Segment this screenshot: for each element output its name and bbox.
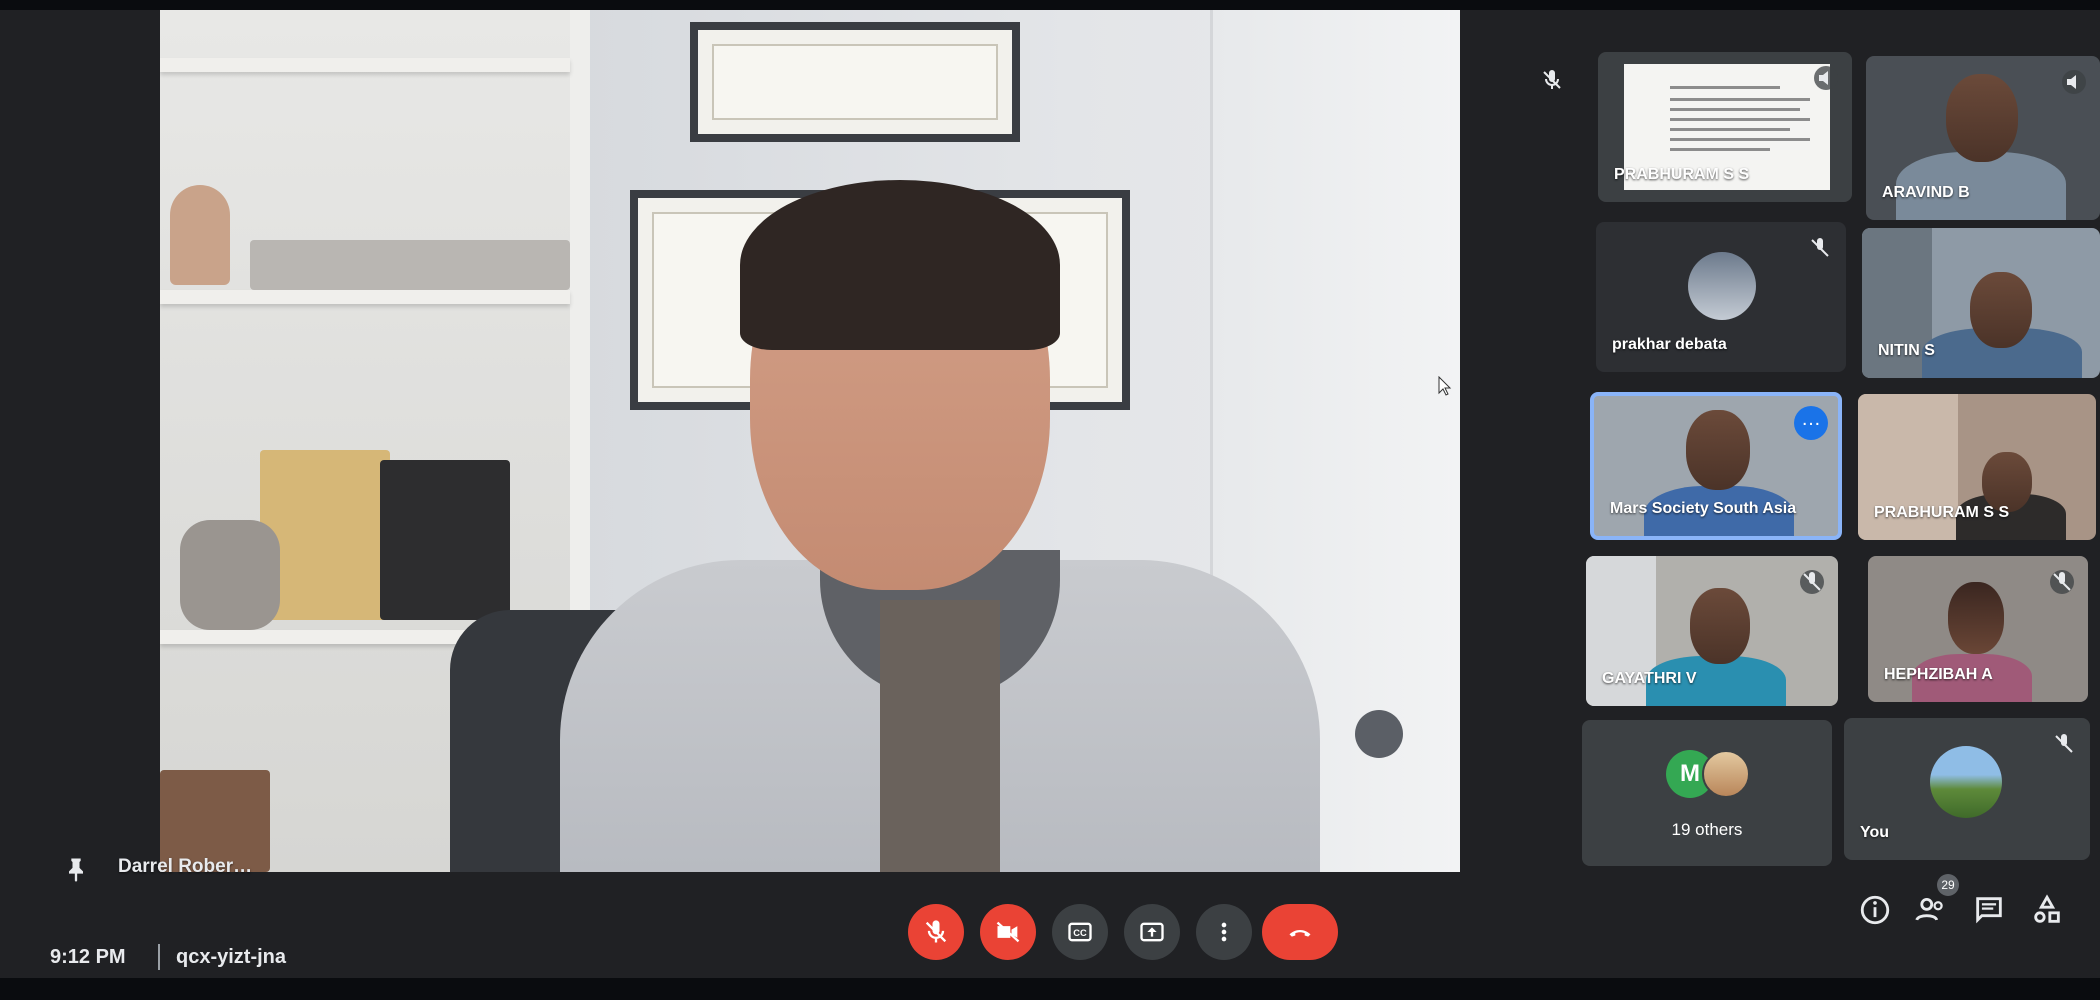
participant-name: GAYATHRI V: [1602, 670, 1697, 687]
meet-screen: Darrel Rober… PRABHURAM S S ARAVIND B pr…: [0, 0, 2100, 1000]
monitor-bezel-bottom: [0, 978, 2100, 1000]
participant-name: Mars Society South Asia: [1610, 500, 1797, 517]
more-options-button[interactable]: …: [1794, 406, 1828, 440]
doc-line: [1670, 138, 1810, 141]
people-icon[interactable]: [1914, 893, 1948, 927]
doc-line: [1670, 98, 1810, 101]
avatar: [1702, 750, 1750, 798]
presenter-hair: [740, 180, 1060, 350]
end-call-icon: [1289, 929, 1311, 937]
participant-name: prakhar debata: [1612, 336, 1727, 353]
end-call-button[interactable]: [1262, 904, 1338, 960]
captions-button[interactable]: CC: [1052, 904, 1108, 960]
self-avatar: [1930, 746, 2002, 818]
participant-tile[interactable]: GAYATHRI V: [1586, 556, 1838, 706]
presenter-name: Darrel Rober…: [118, 856, 253, 877]
mic-off-icon: [2052, 732, 2076, 756]
audio-icon: [2062, 70, 2086, 94]
participant-tile[interactable]: HEPHZIBAH A: [1868, 556, 2088, 702]
more-icon: [1221, 922, 1227, 942]
wall-plaque: [690, 22, 1020, 142]
participant-face: [1970, 272, 2032, 348]
mic-off-icon: [1543, 70, 1561, 89]
self-tile[interactable]: You: [1844, 718, 2090, 860]
participant-name: NITIN S: [1878, 342, 1935, 359]
more-options-button[interactable]: [1196, 904, 1252, 960]
doc-line: [1670, 86, 1780, 89]
info-icon[interactable]: [1858, 893, 1892, 927]
mic-toggle-button[interactable]: [908, 904, 964, 960]
doorknob: [1355, 710, 1403, 758]
shelf: [160, 58, 570, 72]
doc-line: [1670, 148, 1770, 151]
people-count-badge: 29: [1937, 874, 1959, 896]
meeting-time: 9:12 PM: [50, 946, 126, 968]
shelf-object: [250, 240, 570, 290]
present-icon: [1140, 922, 1164, 942]
participant-name: HEPHZIBAH A: [1884, 666, 1993, 683]
participant-name: ARAVIND B: [1882, 184, 1970, 201]
participant-face: [1946, 74, 2018, 162]
participant-tile[interactable]: ARAVIND B: [1866, 56, 2100, 220]
mouse-cursor-icon: [1438, 376, 1452, 396]
participant-face: [1690, 588, 1750, 664]
pin-icon[interactable]: [62, 855, 90, 883]
doc-line: [1670, 108, 1800, 111]
mic-off-icon: [2050, 570, 2074, 594]
participant-name: PRABHURAM S S: [1874, 504, 2010, 521]
shelf: [160, 290, 570, 304]
activities-icon[interactable]: [2030, 893, 2064, 927]
main-video-tile[interactable]: [160, 10, 1460, 872]
mic-off-icon: [1800, 570, 1824, 594]
audio-icon: [1814, 66, 1838, 90]
others-tile[interactable]: M 19 others: [1582, 720, 1832, 866]
participant-tile[interactable]: NITIN S: [1862, 228, 2100, 378]
svg-text:CC: CC: [1073, 928, 1087, 938]
monitor-bezel-top: [0, 0, 2100, 10]
presenter-figure: [560, 180, 1320, 872]
plaque-inner: [712, 44, 998, 120]
doc-line: [1670, 128, 1790, 131]
participant-face: [1686, 410, 1750, 490]
doc-line: [1670, 118, 1810, 121]
camera-off-icon: [996, 921, 1020, 943]
participant-tile[interactable]: PRABHURAM S S: [1858, 394, 2096, 540]
participant-name: PRABHURAM S S: [1614, 166, 1750, 183]
shelf-object: [170, 185, 230, 285]
participant-name: You: [1860, 824, 1890, 841]
participant-tile-active[interactable]: Mars Society South Asia …: [1590, 392, 1842, 540]
participant-tile[interactable]: prakhar debata: [1596, 222, 1846, 372]
divider: [158, 944, 160, 970]
mic-off-icon: [925, 920, 947, 943]
others-count-label: 19 others: [1671, 820, 1743, 839]
presenter-shirt: [880, 600, 1000, 872]
mic-off-icon: [1808, 236, 1832, 260]
captions-icon: CC: [1068, 922, 1092, 942]
meeting-code[interactable]: qcx-yizt-jna: [176, 946, 286, 969]
camera-toggle-button[interactable]: [980, 904, 1036, 960]
avatar: [1688, 252, 1756, 320]
participant-face: [1982, 452, 2032, 512]
shelf-object: [380, 460, 510, 620]
present-button[interactable]: [1124, 904, 1180, 960]
participant-tile[interactable]: PRABHURAM S S: [1598, 52, 1852, 202]
shelf-object: [180, 520, 280, 630]
participant-face: [1948, 582, 2004, 654]
chat-icon[interactable]: [1972, 893, 2006, 927]
